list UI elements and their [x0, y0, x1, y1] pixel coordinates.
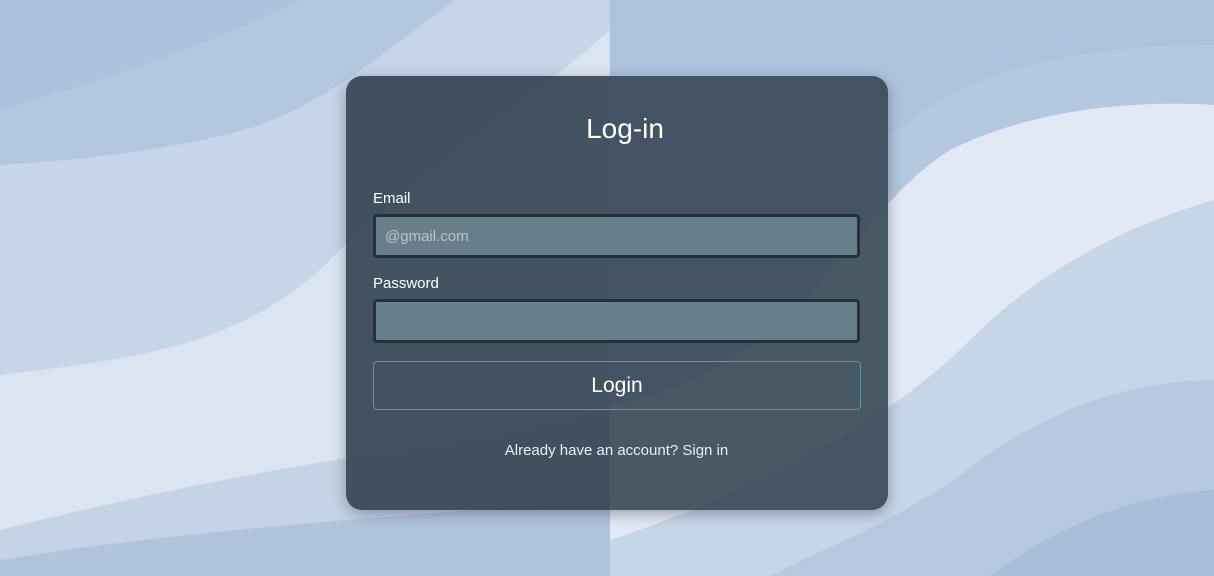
login-button[interactable]: Login: [373, 361, 861, 410]
account-prompt: Already have an account? Sign in: [346, 442, 887, 460]
password-label: Password: [373, 275, 439, 292]
email-label: Email: [373, 190, 411, 207]
sign-in-link[interactable]: Sign in: [682, 442, 728, 459]
login-card: Log-in Email Password Login Already have…: [346, 76, 888, 510]
email-field[interactable]: [373, 214, 860, 258]
page-title: Log-in: [586, 113, 664, 144]
account-prompt-text: Already have an account?: [504, 442, 679, 459]
password-field[interactable]: [373, 299, 860, 343]
